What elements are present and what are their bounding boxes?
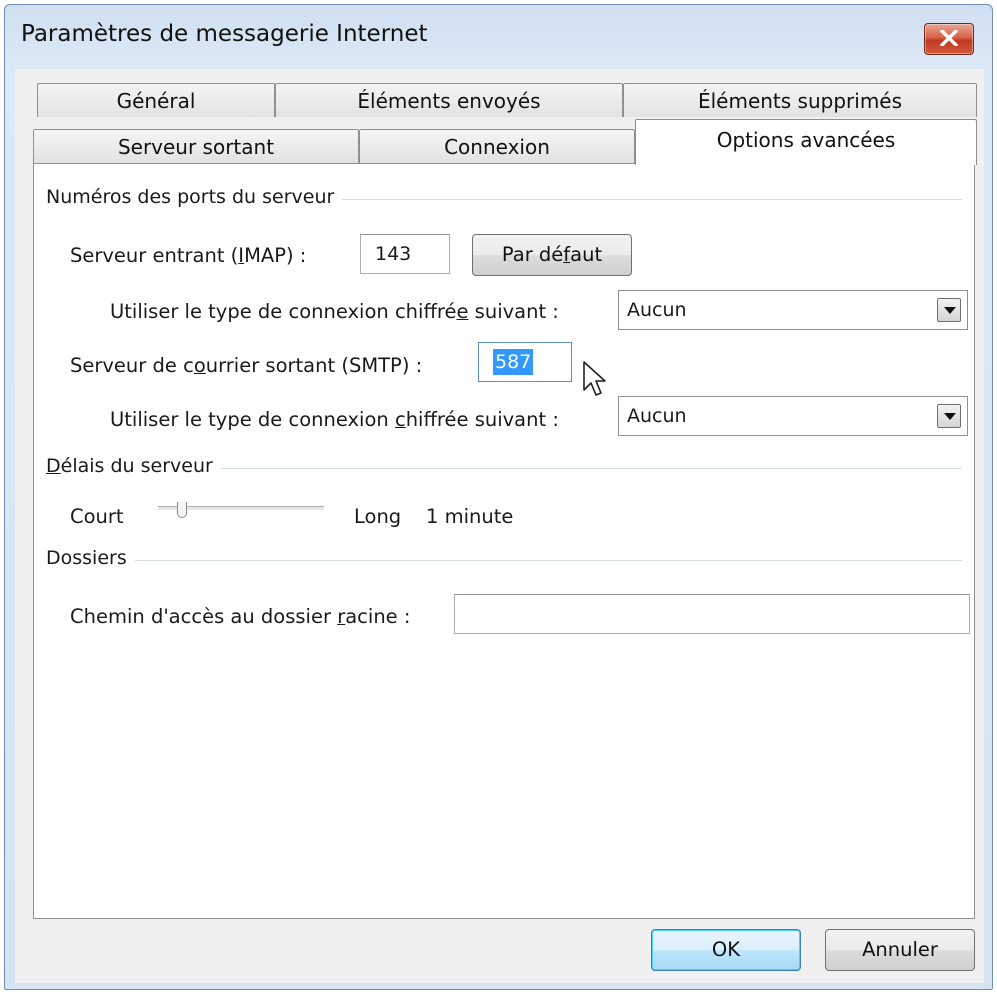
outgoing-server-label: Serveur de courrier sortant (SMTP) :: [70, 354, 423, 377]
incoming-encryption-value: Aucun: [627, 299, 687, 321]
folders-group-label: Dossiers: [46, 547, 135, 569]
timeouts-group-label: Délais du serveur: [46, 455, 221, 477]
dialog-window: Paramètres de messagerie Internet Généra…: [4, 4, 993, 990]
short-label: Court: [70, 505, 124, 528]
outgoing-encryption-label: Utiliser le type de connexion chiffrée s…: [110, 408, 559, 431]
selected-text: 587: [493, 349, 534, 375]
dialog-client: Général Éléments envoyés Éléments suppri…: [15, 69, 984, 983]
tab-general[interactable]: Général: [37, 83, 275, 117]
ports-group-label: Numéros des ports du serveur: [46, 186, 343, 208]
group-divider: [46, 560, 962, 561]
tab-sent-items[interactable]: Éléments envoyés: [275, 83, 623, 117]
slider-thumb[interactable]: [177, 502, 187, 518]
incoming-port-input[interactable]: 143: [360, 234, 450, 274]
tab-connection[interactable]: Connexion: [359, 129, 635, 163]
tab-outgoing-server[interactable]: Serveur sortant: [33, 129, 359, 163]
mouse-pointer-icon: [583, 361, 606, 396]
incoming-server-label: Serveur entrant (IMAP) :: [70, 244, 307, 267]
close-icon: [940, 30, 958, 46]
outgoing-port-input[interactable]: 587: [478, 342, 572, 382]
ok-button[interactable]: OK: [651, 929, 801, 971]
title-bar[interactable]: Paramètres de messagerie Internet: [5, 5, 992, 69]
outgoing-encryption-value: Aucun: [627, 405, 687, 427]
root-folder-input[interactable]: [454, 594, 970, 634]
chevron-down-icon: [944, 307, 956, 314]
cancel-button[interactable]: Annuler: [825, 929, 975, 971]
root-folder-label: Chemin d'accès au dossier racine :: [70, 605, 411, 628]
outgoing-encryption-select[interactable]: Aucun: [618, 396, 968, 436]
dropdown-button[interactable]: [937, 298, 961, 322]
incoming-encryption-label: Utiliser le type de connexion chiffrée s…: [110, 300, 559, 323]
close-button[interactable]: [924, 23, 974, 55]
long-label: Long: [354, 505, 402, 528]
default-button[interactable]: Par défaut: [472, 234, 632, 276]
dropdown-button[interactable]: [937, 404, 961, 428]
incoming-encryption-select[interactable]: Aucun: [618, 290, 968, 330]
tab-advanced-options[interactable]: Options avancées: [635, 119, 977, 165]
chevron-down-icon: [944, 413, 956, 420]
window-title: Paramètres de messagerie Internet: [21, 21, 428, 47]
timeout-value: 1 minute: [426, 505, 514, 528]
advanced-options-panel: Numéros des ports du serveur Serveur ent…: [33, 163, 975, 919]
timeout-slider[interactable]: [158, 500, 330, 522]
tab-deleted-items[interactable]: Éléments supprimés: [623, 83, 977, 117]
